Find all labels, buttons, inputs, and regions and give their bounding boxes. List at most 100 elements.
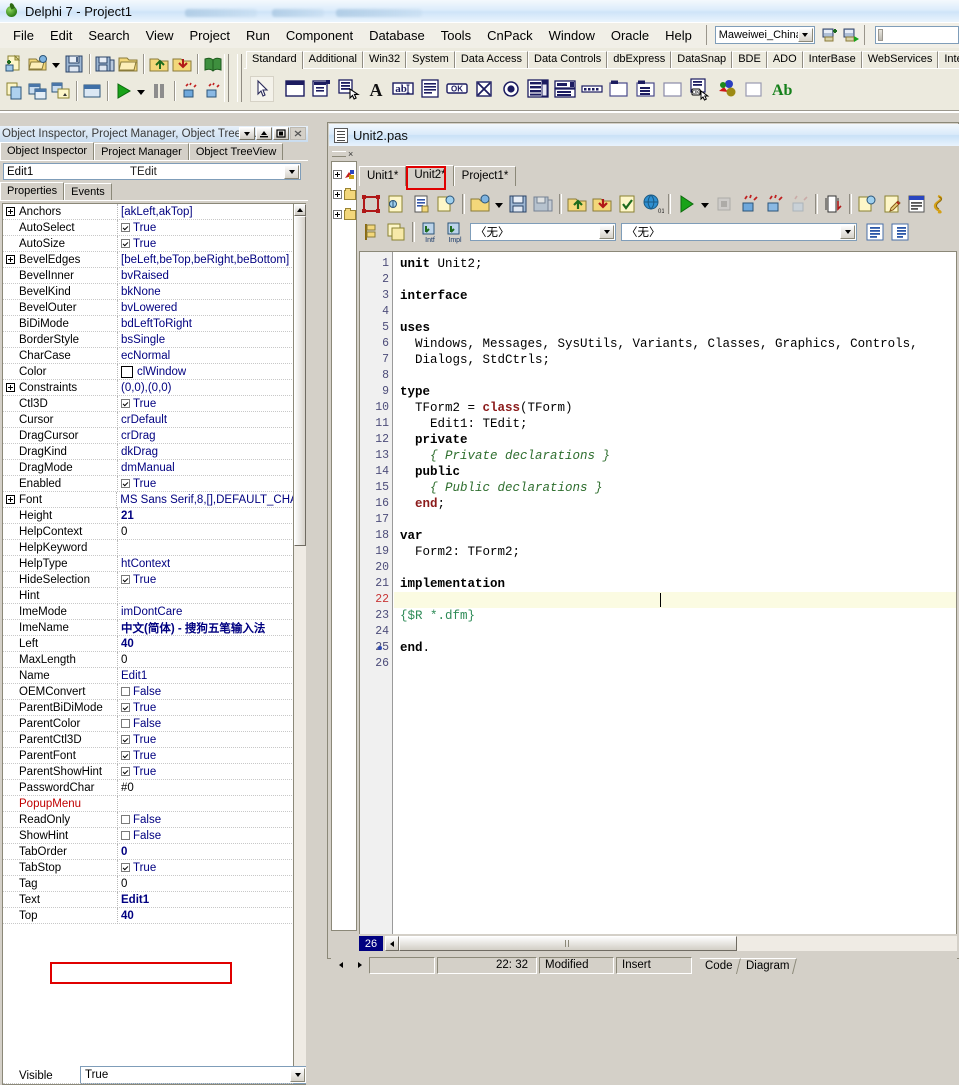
- run-to-cursor-icon[interactable]: [787, 192, 811, 216]
- code-explorer-grip[interactable]: [332, 151, 346, 157]
- editor-tab-unit1[interactable]: Unit1*: [359, 166, 407, 186]
- property-row[interactable]: PopupMenu: [3, 795, 306, 812]
- property-row[interactable]: Color clWindow: [3, 363, 306, 380]
- remove-file-icon[interactable]: [590, 192, 614, 216]
- expand-icon[interactable]: [6, 255, 15, 264]
- property-value-cell[interactable]: True: [117, 571, 306, 588]
- groupbox-icon[interactable]: [606, 76, 632, 102]
- palette-tab-data-controls[interactable]: Data Controls: [528, 51, 608, 68]
- property-value-cell[interactable]: htContext: [117, 555, 306, 572]
- expand-icon[interactable]: [6, 383, 15, 392]
- intf-nav-icon[interactable]: Intf: [418, 220, 442, 244]
- palette-tab-interbase[interactable]: InterBase: [802, 51, 862, 68]
- chevron-down-icon[interactable]: [599, 225, 614, 239]
- property-value-cell[interactable]: ecNormal: [117, 347, 306, 364]
- open-icon[interactable]: [468, 192, 492, 216]
- mainmenu-icon[interactable]: [309, 76, 335, 102]
- radiogroup-icon[interactable]: [633, 76, 659, 102]
- menu-cnpack[interactable]: CnPack: [479, 25, 541, 46]
- menu-tools[interactable]: Tools: [433, 25, 479, 46]
- property-value-cell[interactable]: 0: [117, 651, 306, 668]
- property-value-cell[interactable]: dkDrag: [117, 443, 306, 460]
- label-icon[interactable]: A: [363, 76, 389, 102]
- property-row[interactable]: Top 40: [3, 907, 306, 924]
- property-value-cell[interactable]: 40: [117, 635, 306, 652]
- save-all-icon[interactable]: [94, 53, 116, 75]
- property-row[interactable]: BorderStyle bsSingle: [3, 331, 306, 348]
- property-row[interactable]: TabStop True: [3, 859, 306, 876]
- property-value-cell[interactable]: Edit1: [117, 667, 306, 684]
- next-icon[interactable]: [357, 962, 362, 968]
- property-value-cell[interactable]: dmManual: [117, 459, 306, 476]
- procedure-combo[interactable]: 〈无〉: [621, 223, 857, 241]
- chevron-down-icon[interactable]: [797, 28, 813, 42]
- property-row[interactable]: Hint: [3, 587, 306, 604]
- property-row[interactable]: BevelEdges [beLeft,beTop,beRight,beBottom…: [3, 251, 306, 268]
- pointer-arrow-icon[interactable]: [250, 76, 274, 102]
- property-row-visible[interactable]: Visible: [3, 1068, 293, 1084]
- save-all-icon[interactable]: [531, 192, 555, 216]
- code-explorer-tree[interactable]: [331, 161, 357, 931]
- property-value-cell[interactable]: 0: [117, 843, 306, 860]
- list-icon[interactable]: [905, 192, 929, 216]
- menu-project[interactable]: Project: [182, 25, 238, 46]
- property-row[interactable]: Tag 0: [3, 875, 306, 892]
- view-unit-icon[interactable]: [384, 192, 408, 216]
- property-value-cell[interactable]: 21: [117, 507, 306, 524]
- property-row[interactable]: Anchors [akLeft,akTop]: [3, 204, 306, 220]
- run-dropdown-arrow-icon[interactable]: [135, 80, 147, 102]
- property-value-cell[interactable]: [117, 539, 306, 556]
- property-row[interactable]: DragKind dkDrag: [3, 443, 306, 460]
- program-reset-icon[interactable]: [712, 192, 736, 216]
- indent-icon[interactable]: [863, 220, 887, 244]
- previous-icon[interactable]: [338, 962, 343, 968]
- view-tab-code[interactable]: Code: [696, 958, 741, 974]
- new-form2-icon[interactable]: [855, 192, 879, 216]
- property-value-cell[interactable]: bdLeftToRight: [117, 315, 306, 332]
- property-row[interactable]: BevelOuter bvLowered: [3, 299, 306, 316]
- quick-search-input[interactable]: [874, 26, 959, 44]
- view-unit-icon[interactable]: [4, 80, 26, 102]
- property-row[interactable]: BevelKind bkNone: [3, 283, 306, 300]
- property-value-cell[interactable]: 中文(简体) - 搜狗五笔输入法: [117, 619, 306, 636]
- checkbox-icon[interactable]: [121, 575, 130, 584]
- panel-icon[interactable]: [660, 76, 686, 102]
- checkbox-icon[interactable]: [121, 703, 130, 712]
- palette-tab-bde[interactable]: BDE: [732, 51, 767, 68]
- expand-icon[interactable]: [333, 210, 342, 219]
- close-icon[interactable]: [290, 127, 306, 140]
- new-item-icon[interactable]: [4, 53, 26, 75]
- desktop-layout-combo[interactable]: Maweiwei_China: [714, 26, 815, 44]
- tree-node-variables[interactable]: [333, 206, 357, 223]
- checkbox-icon[interactable]: [121, 479, 130, 488]
- property-row[interactable]: ParentBiDiMode True: [3, 699, 306, 716]
- checkbox-icon[interactable]: [121, 719, 130, 728]
- float-up-icon[interactable]: [256, 127, 272, 140]
- checkbox-icon[interactable]: [121, 751, 130, 760]
- palette-tab-additional[interactable]: Additional: [302, 51, 363, 68]
- menu-edit[interactable]: Edit: [42, 25, 80, 46]
- save-desktop-icon[interactable]: [821, 26, 839, 44]
- trace-into-icon[interactable]: [179, 80, 201, 102]
- outdent-icon[interactable]: [888, 220, 912, 244]
- close-icon[interactable]: ×: [348, 150, 353, 159]
- property-row[interactable]: MaxLength 0: [3, 651, 306, 668]
- property-row[interactable]: ParentShowHint True: [3, 763, 306, 780]
- property-row[interactable]: DragCursor crDrag: [3, 427, 306, 444]
- property-value-cell[interactable]: True: [117, 699, 306, 716]
- menu-window[interactable]: Window: [541, 25, 603, 46]
- property-value-cell[interactable]: 0: [117, 875, 306, 892]
- property-value-cell[interactable]: #0: [117, 779, 306, 796]
- open-dropdown-arrow-icon[interactable]: [50, 53, 62, 75]
- edit-icon[interactable]: ab: [390, 76, 416, 102]
- property-value-cell[interactable]: False: [117, 811, 306, 828]
- step-over-icon[interactable]: [762, 192, 786, 216]
- property-value-cell[interactable]: crDefault: [117, 411, 306, 428]
- tab-object-treeview[interactable]: Object TreeView: [188, 143, 284, 161]
- palette-tab-data-access[interactable]: Data Access: [454, 51, 528, 68]
- step-over-icon[interactable]: [202, 80, 224, 102]
- scroll-left-button[interactable]: [385, 936, 399, 951]
- menu-database[interactable]: Database: [361, 25, 433, 46]
- trace-into-icon[interactable]: [737, 192, 761, 216]
- menu-oracle[interactable]: Oracle: [603, 25, 657, 46]
